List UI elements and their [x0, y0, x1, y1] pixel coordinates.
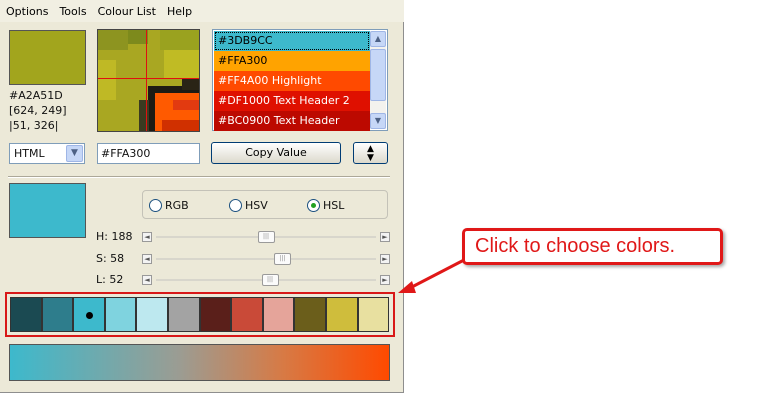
callout-box: Click to choose colors. [462, 228, 723, 265]
callout-arrow [398, 258, 465, 293]
